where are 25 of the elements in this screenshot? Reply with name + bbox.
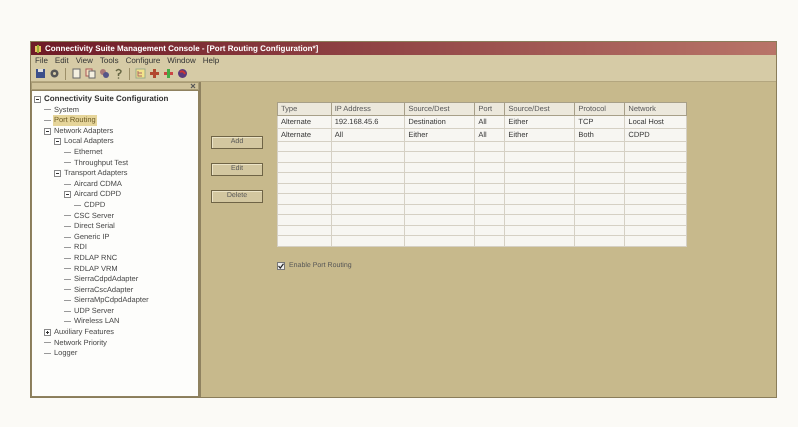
window-title: Connectivity Suite Management Console - [Port Routing Configuration*]: [45, 42, 318, 54]
menu-item[interactable]: Help: [202, 54, 220, 66]
menu-item[interactable]: Configure: [126, 54, 160, 66]
menu-item[interactable]: Window: [167, 54, 196, 66]
tree-icon[interactable]: [135, 68, 146, 79]
menu-item[interactable]: Edit: [54, 54, 69, 66]
close-icon[interactable]: [190, 83, 196, 89]
collapse-icon[interactable]: [54, 138, 61, 146]
globe-icon[interactable]: [177, 68, 188, 79]
app-icon: [34, 44, 42, 52]
save-icon[interactable]: [35, 68, 46, 79]
collapse-icon[interactable]: [44, 128, 51, 135]
cross-icon[interactable]: [149, 68, 160, 79]
collapse-icon[interactable]: [64, 191, 71, 198]
menu-item[interactable]: Tools: [100, 54, 119, 66]
document-icon[interactable]: [71, 68, 82, 79]
collapse-icon[interactable]: [54, 170, 61, 177]
collapse-icon[interactable]: [34, 96, 41, 103]
tree-item[interactable]: Connectivity Suite Configuration: [43, 94, 170, 105]
expand-icon[interactable]: [44, 328, 51, 336]
help-icon[interactable]: [113, 68, 124, 79]
menu-item[interactable]: File: [35, 54, 48, 66]
checkbox[interactable]: [277, 262, 285, 270]
documents-icon[interactable]: [85, 68, 96, 79]
menu-item[interactable]: View: [76, 54, 93, 66]
